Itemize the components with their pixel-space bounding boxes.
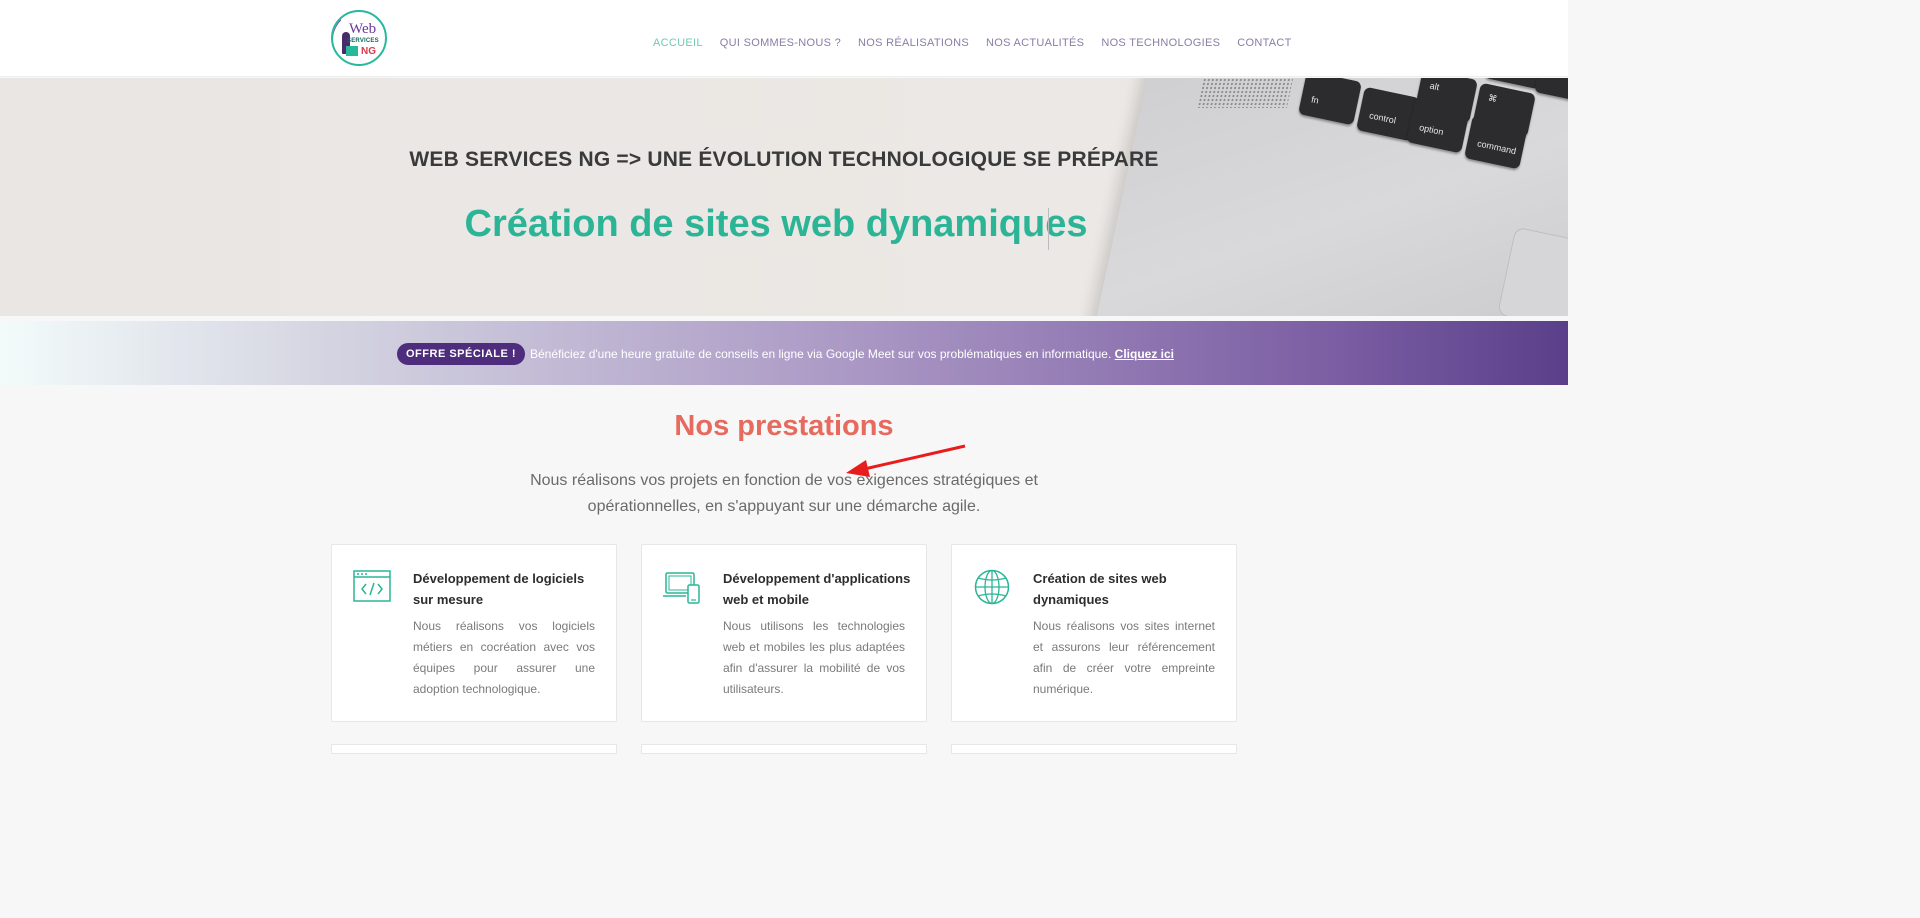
nav-item-realisations[interactable]: NOS RÉALISATIONS <box>858 37 969 49</box>
hero-typed-subtitle: Création de sites web dynamiques <box>464 203 1088 245</box>
typing-cursor <box>1048 208 1049 250</box>
logo-text-web: Web <box>349 21 377 37</box>
hero-title: WEB SERVICES NG => UNE ÉVOLUTION TECHNOL… <box>409 148 1159 171</box>
arrow-head <box>846 460 870 477</box>
service-card[interactable]: Développement d'applications web et mobi… <box>641 544 927 722</box>
service-card-text: Nous utilisons les technologies web et m… <box>723 619 905 696</box>
nav-item-actualites[interactable]: NOS ACTUALITÉS <box>986 37 1084 49</box>
section-title: Nos prestations <box>674 410 894 442</box>
service-card-text: Nous réalisons vos sites internet et ass… <box>1033 619 1215 696</box>
promo-link[interactable]: Cliquez ici <box>1115 347 1174 361</box>
service-card-text: Nous réalisons vos logiciels métiers en … <box>413 619 595 696</box>
nav-item-accueil[interactable]: ACCUEIL <box>653 37 703 49</box>
laptop-speaker-grille <box>1196 78 1294 108</box>
hero-banner: fn control alt option ⌘ command X C WEB … <box>0 78 1568 316</box>
code-window-icon <box>353 570 391 602</box>
arrow-shaft <box>859 444 966 472</box>
service-card[interactable] <box>951 744 1237 754</box>
service-card[interactable] <box>641 744 927 754</box>
logo-text-services: SERVICES <box>347 38 379 44</box>
nav-item-contact[interactable]: CONTACT <box>1237 37 1291 49</box>
site-header: Web SERVICES NG ACCUEIL QUI SOMMES-NOUS … <box>0 0 1568 77</box>
logo-figure-base <box>346 46 358 56</box>
service-card-title: Développement de logiciels sur mesure <box>413 571 585 607</box>
nav-item-qui-sommes-nous[interactable]: QUI SOMMES-NOUS ? <box>720 37 841 49</box>
promo-text: Bénéficiez d'une heure gratuite de conse… <box>530 347 1174 361</box>
special-offer-badge: OFFRE SPÉCIALE ! <box>397 343 526 365</box>
site-logo[interactable]: Web SERVICES NG <box>331 10 387 66</box>
service-card-title: Développement d'applications web et mobi… <box>723 571 911 607</box>
logo-text-ng: NG <box>361 46 376 57</box>
service-card[interactable] <box>331 744 617 754</box>
nav-item-technologies[interactable]: NOS TECHNOLOGIES <box>1101 37 1220 49</box>
main-nav: ACCUEIL QUI SOMMES-NOUS ? NOS RÉALISATIO… <box>653 37 1309 49</box>
section-intro: Nous réalisons vos projets en fonction d… <box>530 472 1038 515</box>
annotation-arrow-icon <box>846 444 966 477</box>
service-card-title: Création de sites web dynamiques <box>1033 571 1167 607</box>
promo-message: Bénéficiez d'une heure gratuite de conse… <box>530 347 1112 361</box>
service-card[interactable]: Création de sites web dynamiques Nous ré… <box>951 544 1237 722</box>
globe-icon <box>974 569 1010 605</box>
devices-icon <box>663 572 700 604</box>
service-card[interactable]: Développement de logiciels sur mesure No… <box>331 544 617 722</box>
